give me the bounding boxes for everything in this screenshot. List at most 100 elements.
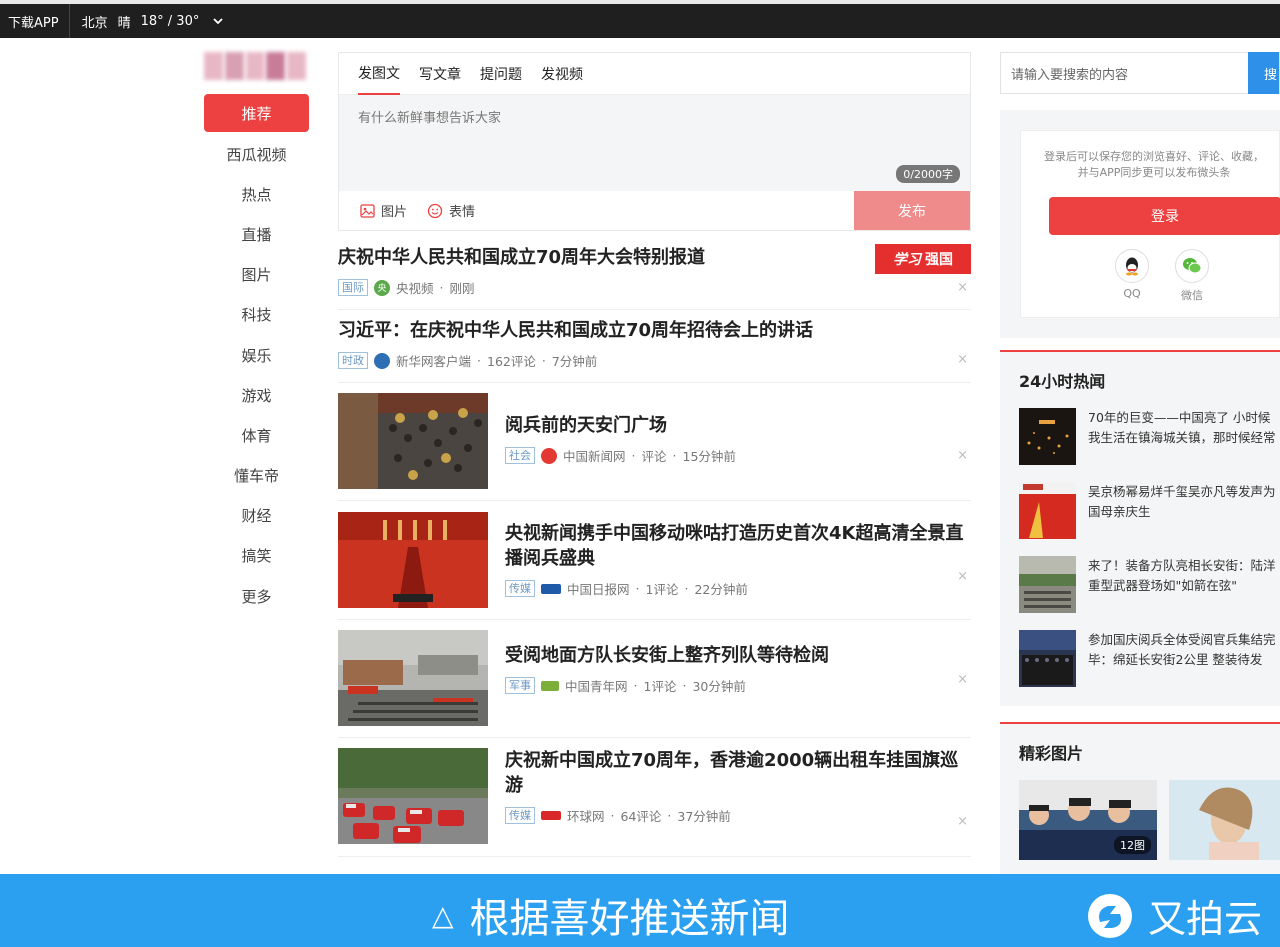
article-source[interactable]: 中国青年网 (565, 676, 628, 695)
hot-news-line[interactable]: 参加国庆阅兵全体受阅官兵集结完 (1088, 630, 1280, 650)
nav-item-hot[interactable]: 热点 (204, 174, 309, 214)
hot-news-thumbnail[interactable] (1019, 482, 1076, 539)
hot-news-item[interactable]: 吴京杨幂易烊千玺吴亦凡等发声为 国母亲庆生 (1019, 482, 1280, 539)
article-time: 15分钟前 (682, 449, 736, 464)
article-source[interactable]: 中国新闻网 (563, 446, 626, 465)
hot-news-item[interactable]: 来了！装备方队亮相长安街：陆洋 重型武器登场如"如箭在弦" (1019, 556, 1280, 613)
article-title[interactable]: 受阅地面方队长安街上整齐列队等待检阅 (505, 643, 971, 668)
comment-count[interactable]: 64评论 (621, 806, 662, 825)
tab-image-text[interactable]: 发图文 (358, 53, 400, 95)
article-source[interactable]: 央视频 (396, 278, 434, 297)
article-meta: 国际 央 央视频 · 刚刚 (338, 278, 971, 297)
article-thumbnail[interactable] (338, 393, 488, 489)
nav-item-more[interactable]: 更多 (204, 576, 309, 616)
article-source[interactable]: 中国日报网 (567, 579, 630, 598)
dismiss-icon[interactable]: × (957, 814, 968, 829)
dismiss-icon[interactable]: × (957, 280, 968, 295)
hot-news-thumbnail[interactable] (1019, 408, 1076, 465)
login-button[interactable]: 登录 (1049, 197, 1280, 235)
qq-login-button[interactable]: QQ (1115, 249, 1149, 300)
gallery-picture[interactable]: 12图 (1019, 780, 1157, 860)
hot-news-line[interactable]: 我生活在镇海城关镇，那时候经常 (1088, 428, 1280, 448)
qq-label: QQ (1123, 287, 1141, 300)
download-label: 下载APP (8, 15, 59, 31)
wechat-login-button[interactable]: 微信 (1175, 249, 1209, 303)
comment-count[interactable]: 162评论 (487, 351, 536, 370)
article-thumbnail[interactable] (338, 630, 488, 726)
nav-item-tech[interactable]: 科技 (204, 295, 309, 335)
hot-news-title: 24小时热闻 (1019, 372, 1106, 391)
dismiss-icon[interactable]: × (957, 352, 968, 367)
feed-item[interactable]: 习近平：在庆祝中华人民共和国成立70周年招待会上的讲话 时政 新华网客户端 · … (338, 310, 971, 383)
download-app-link[interactable]: 下载APP (0, 4, 70, 38)
article-source[interactable]: 环球网 (567, 806, 605, 825)
comment-count[interactable]: 1评论 (646, 579, 679, 598)
dismiss-icon[interactable]: × (957, 448, 968, 463)
wechat-icon (1175, 249, 1209, 283)
feed-item[interactable]: 阅兵前的天安门广场 社会 中国新闻网 · 评论 · 15分钟前 × (338, 383, 971, 501)
article-source[interactable]: 新华网客户端 (396, 351, 471, 370)
nav-item-funny[interactable]: 搞笑 (204, 536, 309, 576)
composer-textarea[interactable]: 有什么新鲜事想告诉大家 0/2000字 (339, 95, 970, 191)
tab-ask-question[interactable]: 提问题 (480, 53, 522, 95)
site-logo[interactable] (204, 52, 306, 80)
search-input[interactable]: 请输入要搜索的内容 (1011, 64, 1128, 83)
hot-news-thumbnail[interactable] (1019, 556, 1076, 613)
chevron-down-icon[interactable] (213, 15, 223, 28)
brand-name: 又拍云 (1148, 897, 1263, 941)
category-tag: 时政 (338, 352, 368, 369)
gallery-picture[interactable]: 6 (1169, 780, 1280, 860)
hot-news-line[interactable]: 来了！装备方队亮相长安街：陆洋 (1088, 556, 1280, 576)
feed-item[interactable]: 庆祝中华人民共和国成立70周年大会特别报道 国际 央 央视频 · 刚刚 学习 强… (338, 238, 971, 310)
meta-separator: · (631, 448, 636, 463)
nav-item-finance[interactable]: 财经 (204, 496, 309, 536)
hot-news-line[interactable]: 70年的巨变——中国亮了 小时候 (1088, 408, 1280, 428)
hot-news-thumbnail[interactable] (1019, 630, 1076, 687)
nav-item-sports[interactable]: 体育 (204, 415, 309, 455)
article-title[interactable]: 央视新闻携手中国移动咪咕打造历史首次4K超高清全景直播阅兵盛典 (505, 521, 971, 571)
meta-separator: · (684, 581, 689, 596)
nav-item-xigua-video[interactable]: 西瓜视频 (204, 134, 309, 174)
nav-item-entertainment[interactable]: 娱乐 (204, 335, 309, 375)
huanqiu-icon (541, 811, 561, 820)
meta-separator: · (439, 280, 444, 295)
hot-news-line[interactable]: 吴京杨幂易烊千玺吴亦凡等发声为 (1088, 482, 1280, 502)
nav-item-dongchedi[interactable]: 懂车帝 (204, 456, 309, 496)
hot-news-line[interactable]: 重型武器登场如"如箭在弦" (1088, 576, 1280, 596)
comment-count[interactable]: 评论 (642, 446, 667, 465)
chinadaily-icon (541, 583, 561, 594)
article-thumbnail[interactable] (338, 748, 488, 844)
dismiss-icon[interactable]: × (957, 672, 968, 687)
search-button[interactable]: 搜 (1248, 52, 1279, 94)
nav-item-recommend[interactable]: 推荐 (204, 94, 309, 132)
hot-news-item[interactable]: 70年的巨变——中国亮了 小时候 我生活在镇海城关镇，那时候经常 (1019, 408, 1280, 465)
nav-item-live[interactable]: 直播 (204, 214, 309, 254)
hot-news-line[interactable]: 国母亲庆生 (1088, 502, 1280, 522)
weather-widget[interactable]: 北京 晴 18° / 30° (70, 12, 224, 31)
dismiss-icon[interactable]: × (957, 569, 968, 584)
feed-item[interactable]: 央视新闻携手中国移动咪咕打造历史首次4K超高清全景直播阅兵盛典 传媒 中国日报网… (338, 501, 971, 620)
hot-news-line[interactable]: 毕：绵延长安街2公里 整装待发 (1088, 650, 1280, 670)
publish-button[interactable]: 发布 (854, 191, 970, 230)
search-box[interactable]: 请输入要搜索的内容 搜 (1000, 52, 1280, 94)
qq-icon (1115, 249, 1149, 283)
comment-count[interactable]: 1评论 (644, 676, 677, 695)
add-image-button[interactable]: 图片 (359, 201, 407, 220)
feed-item[interactable]: 受阅地面方队长安街上整齐列队等待检阅 军事 中国青年网 · 1评论 · 30分钟… (338, 620, 971, 738)
nav-item-games[interactable]: 游戏 (204, 375, 309, 415)
tab-post-video[interactable]: 发视频 (541, 53, 583, 95)
article-thumbnail[interactable] (338, 512, 488, 608)
meta-separator: · (633, 678, 638, 693)
nav-item-images[interactable]: 图片 (204, 255, 309, 295)
article-title[interactable]: 习近平：在庆祝中华人民共和国成立70周年招待会上的讲话 (338, 310, 971, 343)
article-time: 37分钟前 (677, 809, 731, 824)
xuexi-qiangguo-badge[interactable]: 学习 强国 (875, 244, 971, 274)
article-title[interactable]: 阅兵前的天安门广场 (505, 413, 971, 438)
add-emoji-button[interactable]: 表情 (427, 201, 475, 220)
hot-news-item[interactable]: 参加国庆阅兵全体受阅官兵集结完 毕：绵延长安街2公里 整装待发 (1019, 630, 1280, 687)
feed-item[interactable]: 庆祝新中国成立70周年，香港逾2000辆出租车挂国旗巡游 传媒 环球网 · 64… (338, 738, 971, 857)
article-title[interactable]: 庆祝新中国成立70周年，香港逾2000辆出租车挂国旗巡游 (505, 748, 971, 798)
category-tag: 军事 (505, 677, 535, 694)
meta-separator: · (667, 808, 672, 823)
tab-write-article[interactable]: 写文章 (419, 53, 461, 95)
